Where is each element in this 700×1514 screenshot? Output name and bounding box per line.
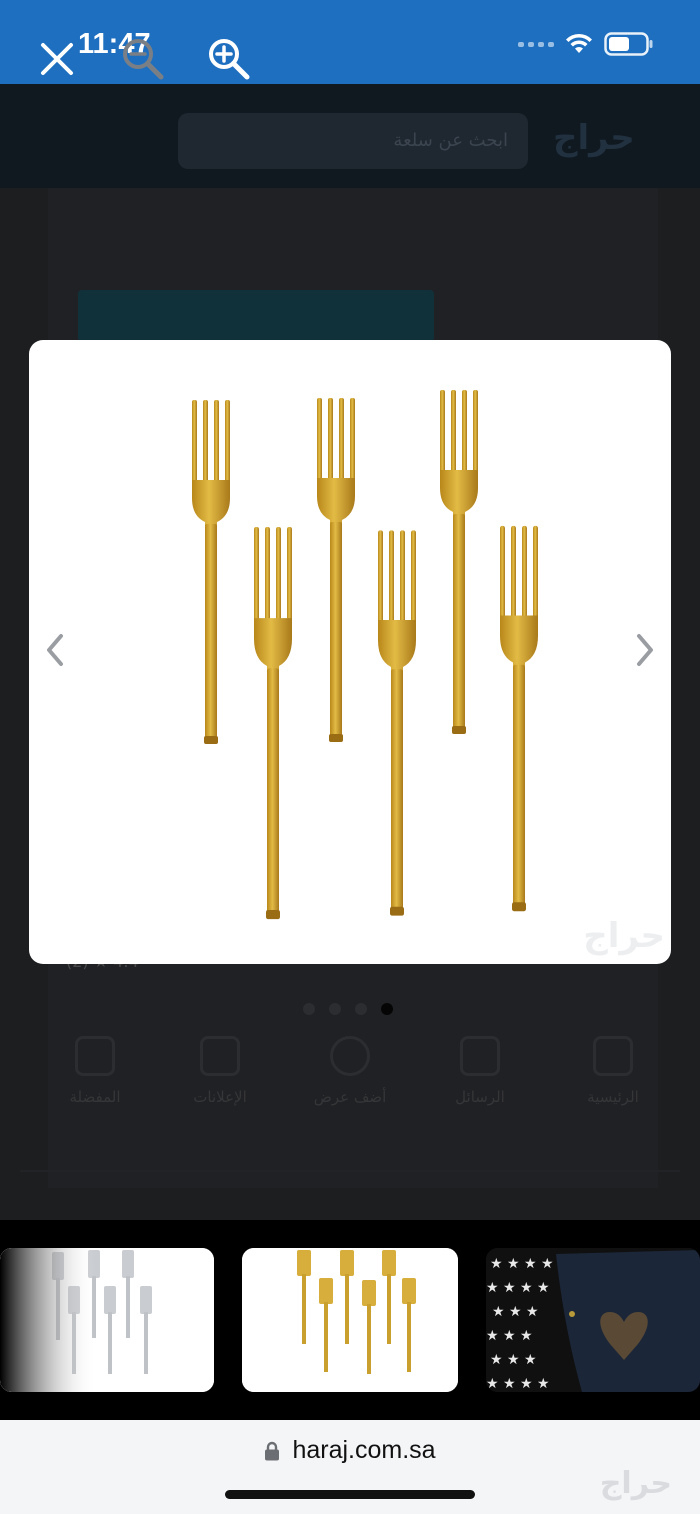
background-divider [20, 1170, 680, 1172]
svg-text:★ ★ ★: ★ ★ ★ [492, 1304, 539, 1320]
background-banner [78, 290, 434, 342]
signal-icon [518, 41, 554, 47]
chevron-right-icon [637, 634, 653, 666]
pagination-dot-active[interactable] [381, 1003, 393, 1015]
svg-text:★ ★ ★ ★: ★ ★ ★ ★ [486, 1376, 550, 1392]
zoom-in-icon [209, 39, 250, 80]
product-image-gold-forks [192, 390, 538, 920]
svg-text:★ ★ ★: ★ ★ ★ [490, 1352, 537, 1368]
zoom-out-icon [123, 39, 164, 80]
lock-icon [265, 1441, 280, 1460]
url-container[interactable]: haraj.com.sa [0, 1436, 700, 1465]
thumbnail-heart-tray[interactable]: ★ ★ ★ ★ ★ ★ ★ ★ ★ ★ ★ ★ ★ ★ ★ ★ ★ ★ ★ ★ … [486, 1248, 700, 1392]
thumbnail-image [0, 1248, 214, 1392]
bg-nav-item: الإعلانات [165, 1036, 275, 1106]
background-logo: حراج [553, 118, 635, 158]
url-text: haraj.com.sa [292, 1436, 436, 1464]
status-bar: 11:47 [0, 0, 700, 84]
background-search-bar: ابحث عن سلعة [178, 113, 528, 169]
image-watermark: حراج [583, 916, 665, 956]
next-image-button[interactable] [627, 632, 663, 668]
pagination-dot[interactable] [355, 1003, 367, 1015]
wifi-icon [566, 33, 592, 53]
pagination-dots [303, 1003, 393, 1015]
thumbnail-gold-forks[interactable] [242, 1248, 458, 1392]
close-icon [41, 43, 73, 75]
thumbnail-image [242, 1248, 458, 1392]
battery-icon [604, 32, 653, 56]
bg-nav-item: أضف عرض [295, 1036, 405, 1106]
chevron-left-icon [47, 634, 63, 666]
zoom-in-button[interactable] [204, 34, 254, 84]
thumbnail-silver-forks[interactable] [0, 1248, 214, 1392]
thumbnail-strip: ★ ★ ★ ★ ★ ★ ★ ★ ★ ★ ★ ★ ★ ★ ★ ★ ★ ★ ★ ★ … [0, 1220, 700, 1420]
svg-text:★ ★ ★: ★ ★ ★ [486, 1328, 533, 1344]
previous-image-button[interactable] [37, 632, 73, 668]
bg-nav-item: الرئيسية [558, 1036, 668, 1106]
status-icons [518, 32, 654, 56]
page-watermark: حراج [599, 1466, 672, 1501]
background-nav: المفضلة الإعلانات أضف عرض الرسائل الرئيس… [40, 1036, 670, 1126]
image-viewer[interactable]: حراج [29, 340, 671, 964]
browser-address-bar: haraj.com.sa [0, 1420, 700, 1514]
thumbnail-image: ★ ★ ★ ★ ★ ★ ★ ★ ★ ★ ★ ★ ★ ★ ★ ★ ★ ★ ★ ★ … [486, 1248, 700, 1392]
home-indicator[interactable] [225, 1490, 475, 1499]
close-button[interactable] [32, 34, 82, 84]
zoom-out-button[interactable] [118, 34, 168, 84]
pagination-dot[interactable] [303, 1003, 315, 1015]
svg-text:★ ★ ★ ★: ★ ★ ★ ★ [486, 1280, 550, 1296]
bg-nav-item: الرسائل [425, 1036, 535, 1106]
bg-nav-item: المفضلة [40, 1036, 150, 1106]
pagination-dot[interactable] [329, 1003, 341, 1015]
svg-text:★ ★ ★ ★: ★ ★ ★ ★ [490, 1256, 554, 1272]
